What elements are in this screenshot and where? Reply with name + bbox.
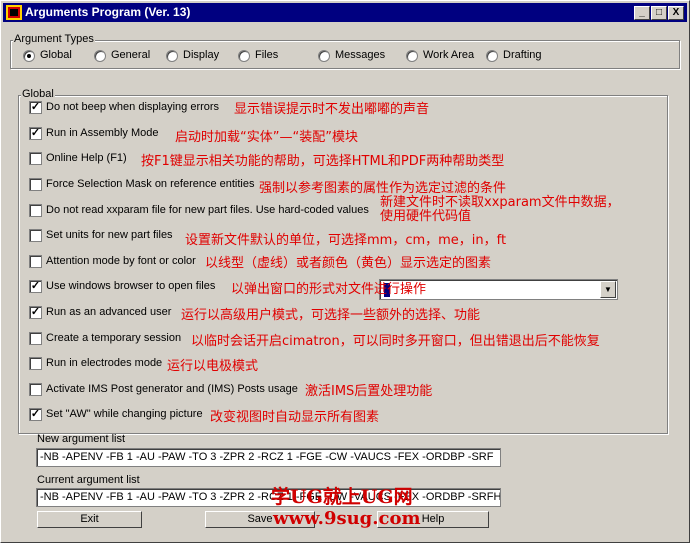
radio-indicator[interactable] [238,50,250,62]
current-argument-list-label: Current argument list [37,474,140,486]
option-label: Attention mode by font or color [46,255,196,267]
arguments-program-window: Arguments Program (Ver. 13) _ □ X Argume… [0,0,690,543]
option-note: 强制以参考图素的属性作为选定过滤的条件 [259,181,507,196]
argument-types-label: Argument Types [13,33,95,45]
option-label: Force Selection Mask on reference entiti… [46,178,255,190]
option-label: Run in electrodes mode [46,357,163,369]
window-title: Arguments Program (Ver. 13) [25,5,191,19]
option-label: Do not beep when displaying errors [46,101,220,113]
option-note-line-2: 使用硬件代码值 [380,209,472,224]
exit-button[interactable]: Exit [37,511,142,528]
option-note: 激活IMS后置处理功能 [305,384,433,399]
maximize-button[interactable]: □ [651,6,667,20]
option-note: 改变视图时自动显示所有图素 [210,410,380,425]
radio-label: Messages [335,49,386,61]
checkbox[interactable]: ✓ [29,101,42,114]
option-label: Set units for new part files [46,229,173,241]
option-label: Create a temporary session [46,332,182,344]
radio-indicator[interactable] [166,50,178,62]
option-note: 设置新文件默认的单位，可选择mm，cm，me，in，ft [185,233,507,248]
radio-indicator[interactable] [94,50,106,62]
radio-label: General [111,49,151,61]
radio-label: Files [255,49,279,61]
checkbox[interactable] [29,204,42,217]
checkbox[interactable] [29,383,42,396]
new-argument-list-label: New argument list [37,433,126,445]
checkbox[interactable]: ✓ [29,280,42,293]
option-label: Set "AW" while changing picture [46,408,203,420]
title-bar[interactable]: Arguments Program (Ver. 13) _ □ X [3,3,687,22]
field-value: -NB -APENV -FB 1 -AU -PAW -TO 3 -ZPR 2 -… [40,451,494,463]
radio-label: Work Area [423,49,475,61]
option-label: Activate IMS Post generator and (IMS) Po… [46,383,298,395]
option-label: Do not read xxparam file for new part fi… [46,204,369,216]
checkbox[interactable]: ✓ [29,127,42,140]
option-note: 运行以高级用户模式，可选择一些额外的选择、功能 [181,308,481,323]
radio-indicator[interactable] [486,50,498,62]
option-note: 新建文件时不读取xxparam文件中数据， [380,195,620,210]
checkbox[interactable] [29,357,42,370]
radio-indicator[interactable] [23,50,35,62]
option-note: 以弹出窗口的形式对文件进行操作 [231,282,427,297]
checkbox[interactable]: ✓ [29,408,42,421]
watermark-line-1: 学UG就上UG网 [271,486,413,508]
option-note: 启动时加载“实体”—“装配”模块 [175,130,358,145]
global-label: Global [21,88,55,100]
checkbox[interactable] [29,229,42,242]
option-note: 以临时会话开启cimatron，可以同时多开窗口，但出错退出后不能恢复 [191,334,600,349]
option-note: 按F1键显示相关功能的帮助，可选择HTML和PDF两种帮助类型 [141,154,505,169]
new-argument-list-field[interactable]: -NB -APENV -FB 1 -AU -PAW -TO 3 -ZPR 2 -… [36,448,501,467]
close-button[interactable]: X [668,6,684,20]
watermark-line-2: www.9sug.com [273,508,421,529]
checkbox[interactable] [29,255,42,268]
checkbox[interactable] [29,332,42,345]
app-icon [6,5,22,20]
radio-label: Drafting [503,49,542,61]
radio-label: Global [40,49,72,61]
radio-indicator[interactable] [318,50,330,62]
option-note: 运行以电极模式 [167,359,259,374]
chevron-down-icon[interactable]: ▼ [600,281,616,298]
minimize-button[interactable]: _ [634,6,650,20]
option-note: 显示错误提示时不发出嘟嘟的声音 [234,102,430,117]
option-label: Online Help (F1) [46,152,127,164]
option-label: Use windows browser to open files [46,280,216,292]
checkbox[interactable] [29,178,42,191]
option-label: Run as an advanced user [46,306,172,318]
option-note: 以线型（虚线）或者颜色（黄色）显示选定的图素 [205,256,492,271]
checkbox[interactable]: ✓ [29,306,42,319]
option-label: Run in Assembly Mode [46,127,159,139]
radio-indicator[interactable] [406,50,418,62]
checkbox[interactable] [29,152,42,165]
radio-label: Display [183,49,220,61]
current-argument-list-field[interactable]: -NB -APENV -FB 1 -AU -PAW -TO 3 -ZPR 2 -… [36,488,501,507]
